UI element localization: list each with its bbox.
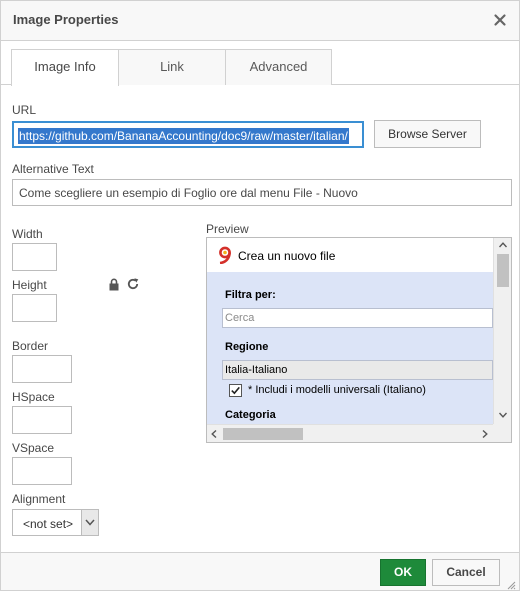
tab-advanced[interactable]: Advanced	[225, 49, 332, 85]
preview-label: Preview	[206, 222, 249, 236]
preview-search-field: Cerca	[222, 308, 493, 328]
preview-box: Crea un nuovo file Filtra per: Cerca Reg…	[206, 237, 512, 443]
width-label: Width	[12, 227, 43, 241]
width-input[interactable]	[12, 243, 57, 271]
preview-window-header: Crea un nuovo file	[207, 238, 493, 272]
scroll-up-icon[interactable]	[499, 242, 507, 248]
vspace-label: VSpace	[12, 441, 55, 455]
dialog-title: Image Properties	[13, 12, 119, 27]
alt-text-label: Alternative Text	[12, 162, 94, 176]
scroll-down-icon[interactable]	[499, 412, 507, 418]
reset-size-icon[interactable]	[126, 277, 140, 291]
preview-search-placeholder: Cerca	[225, 312, 255, 324]
preview-region-value: Italia-Italiano	[225, 364, 288, 376]
dialog-footer: OK Cancel	[1, 552, 519, 590]
preview-vertical-scrollbar[interactable]	[493, 238, 511, 424]
preview-checkbox-checked-icon	[229, 384, 242, 397]
alt-text-input-value[interactable]	[13, 180, 511, 205]
height-label: Height	[12, 278, 47, 292]
close-icon[interactable]	[492, 12, 508, 28]
url-label: URL	[12, 103, 37, 117]
lock-icon[interactable]	[108, 278, 120, 291]
alignment-label: Alignment	[12, 492, 66, 506]
dialog-titlebar: Image Properties	[1, 1, 519, 41]
scroll-right-icon[interactable]	[482, 430, 488, 438]
preview-region-label: Regione	[225, 341, 269, 353]
height-input[interactable]	[12, 294, 57, 322]
tab-bar: Image Info Link Advanced	[1, 41, 519, 86]
alignment-select-value: <not set>	[23, 517, 74, 531]
alignment-dropdown-arrow[interactable]	[81, 510, 98, 535]
alt-text-input[interactable]	[12, 179, 512, 206]
preview-horizontal-scrollbar[interactable]	[207, 424, 493, 442]
scroll-left-icon[interactable]	[211, 430, 217, 438]
border-input[interactable]	[12, 355, 72, 383]
image-properties-dialog: Image Properties Image Info Link Advance…	[0, 0, 520, 591]
hspace-label: HSpace	[12, 390, 55, 404]
alignment-select[interactable]: <not set>	[12, 509, 99, 536]
preview-horizontal-scroll-thumb[interactable]	[223, 428, 303, 440]
preview-region-select: Italia-Italiano	[222, 360, 493, 380]
url-input[interactable]: https://github.com/BananaAccounting/doc9…	[12, 121, 364, 148]
preview-vertical-scroll-thumb[interactable]	[497, 254, 509, 287]
preview-scroll-corner	[493, 424, 511, 442]
tab-image-info[interactable]: Image Info	[11, 49, 119, 86]
cancel-button[interactable]: Cancel	[432, 559, 500, 586]
preview-filter-label: Filtra per:	[225, 289, 276, 301]
ok-button[interactable]: OK	[380, 559, 426, 586]
vspace-input[interactable]	[12, 457, 72, 485]
preview-category-label: Categoria	[225, 409, 276, 421]
chevron-down-icon	[85, 519, 95, 526]
resize-grip-icon[interactable]	[506, 580, 516, 590]
preview-checkbox-label: * Includi i modelli universali (Italiano…	[248, 384, 426, 396]
browse-server-button[interactable]: Browse Server	[374, 120, 481, 148]
border-label: Border	[12, 339, 49, 353]
url-input-value: https://github.com/BananaAccounting/doc9…	[18, 128, 349, 144]
preview-content: Filtra per: Cerca Regione Italia-Italian…	[207, 272, 493, 424]
tab-link[interactable]: Link	[118, 49, 226, 85]
banana-logo-icon	[219, 246, 231, 264]
preview-window-title: Crea un nuovo file	[238, 249, 336, 263]
hspace-input[interactable]	[12, 406, 72, 434]
